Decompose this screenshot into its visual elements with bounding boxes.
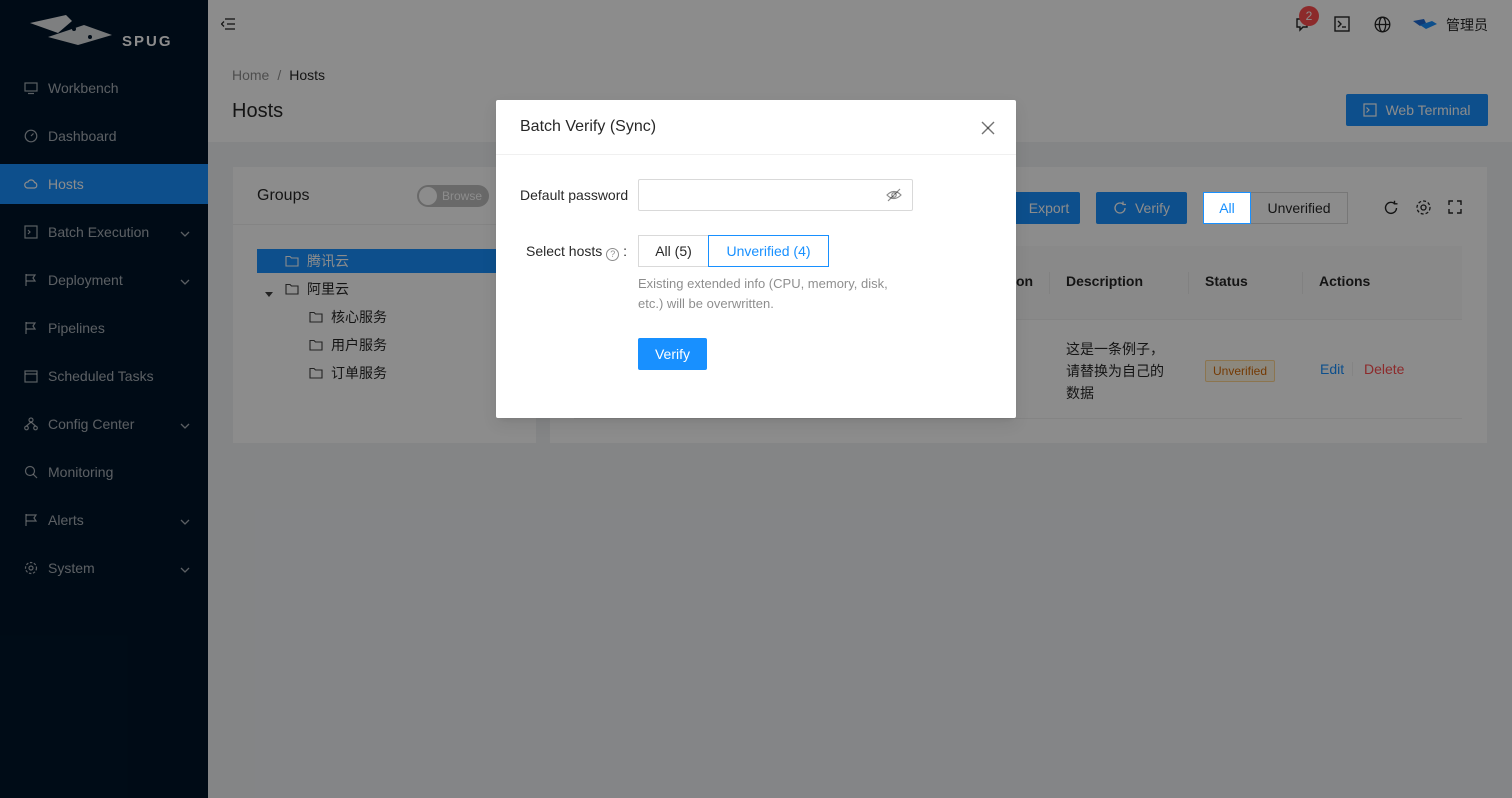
password-field[interactable] <box>638 179 913 211</box>
close-icon[interactable] <box>978 118 998 138</box>
option-unverified-radio[interactable]: Unverified (4) <box>708 235 829 267</box>
eye-invisible-icon[interactable] <box>886 188 902 202</box>
option-all-radio[interactable]: All (5) <box>638 235 709 267</box>
batch-verify-modal: Batch Verify (Sync) Default password Sel… <box>496 100 1016 418</box>
password-label: Default password <box>520 187 629 203</box>
select-hosts-label: Select hosts? : <box>526 243 628 261</box>
modal-verify-button[interactable]: Verify <box>638 338 707 370</box>
question-circle-icon[interactable]: ? <box>606 247 620 261</box>
modal-title: Batch Verify (Sync) <box>520 118 657 135</box>
filter-all-radio[interactable]: All <box>1203 192 1251 224</box>
select-hosts-label-text: Select hosts <box>526 243 603 259</box>
overwrite-hint: Existing extended info (CPU, memory, dis… <box>638 276 888 311</box>
password-input[interactable] <box>650 180 880 210</box>
